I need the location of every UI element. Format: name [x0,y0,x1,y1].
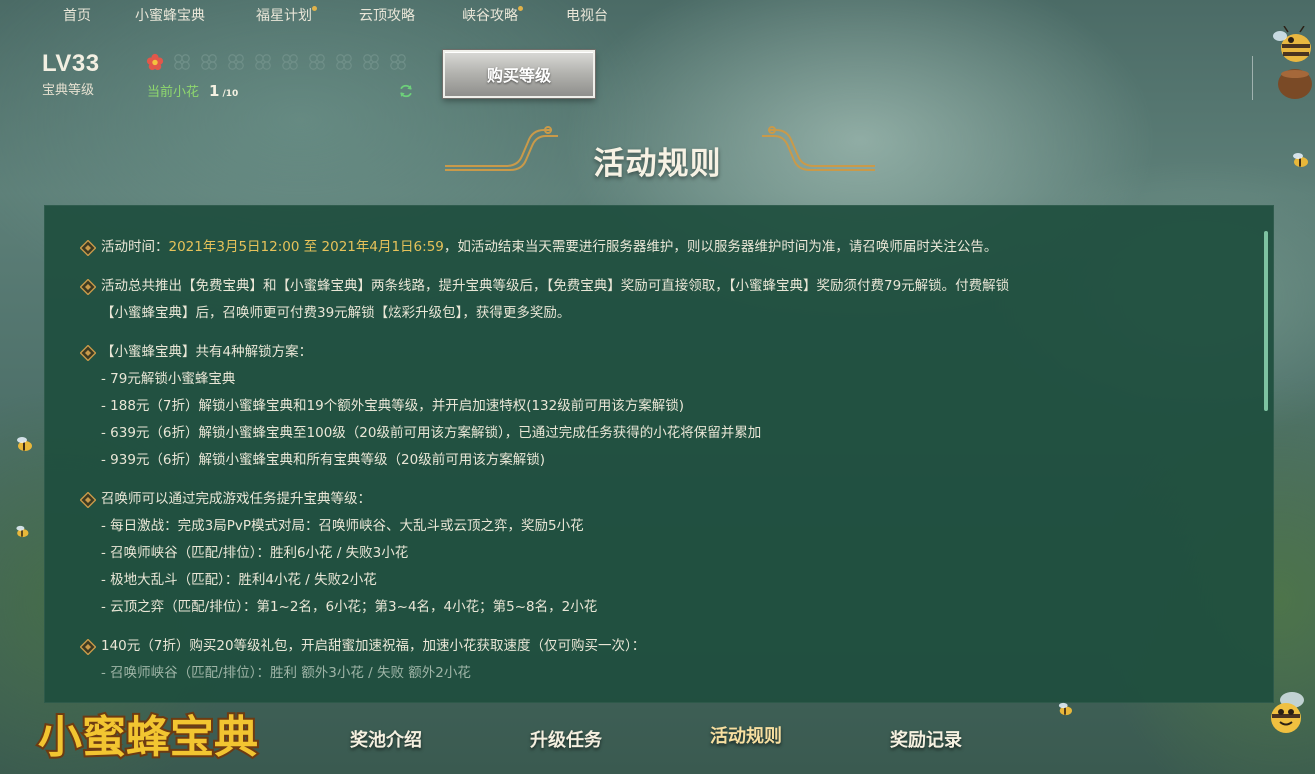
rule-line: - 188元（7折）解锁小蜜蜂宝典和19个额外宝典等级，并开启加速特权(132级… [101,398,684,414]
rules-panel[interactable]: 活动时间：2021年3月5日12:00 至 2021年4月1日6:59，如活动结… [44,205,1274,703]
diamond-bullet-icon [80,492,96,508]
nav-tft-guide-label: 云顶攻略 [359,8,415,24]
nav-tv[interactable]: 电视台 [566,5,608,25]
rule-line: - 939元（6折）解锁小蜜蜂宝典和所有宝典等级（20级前可用该方案解锁) [101,452,545,468]
header-divider [1252,56,1253,100]
nav-home[interactable]: 首页 [63,5,91,25]
nav-lucky-star[interactable]: 福星计划 [256,5,317,25]
rule-line: 活动总共推出【免费宝典】和【小蜜蜂宝典】两条线路，提升宝典等级后，【免费宝典】奖… [80,273,1231,300]
bee-icon [17,437,32,451]
flower-filled-icon [146,53,164,71]
rule-line: 召唤师可以通过完成游戏任务提升宝典等级： [80,486,1231,513]
top-nav: 首页 小蜜蜂宝典 福星计划 云顶攻略 峡谷攻略 电视台 [0,0,1315,30]
rule-item: 活动时间：2021年3月5日12:00 至 2021年4月1日6:59，如活动结… [80,234,1231,261]
nav-lucky-star-label: 福星计划 [256,8,312,24]
bee-mascot-icon[interactable] [1270,26,1315,104]
nav-home-label: 首页 [63,8,91,24]
rule-line: 活动时间：2021年3月5日12:00 至 2021年4月1日6:59，如活动结… [80,234,1231,261]
flower-counter-label: 当前小花 [147,85,200,100]
rule-line: 【小蜜蜂宝典】共有4种解锁方案： [80,339,1231,366]
rule-line: - 召唤师峡谷（匹配/排位）：胜利6小花 / 失败3小花 [101,545,409,561]
flower-current: 1 [209,82,220,100]
notification-dot [518,6,523,11]
pass-level: LV33 宝典等级 [42,50,100,98]
bee-icon [1058,702,1072,716]
rule-text: 活动时间： [101,239,169,255]
level-label: 宝典等级 [42,83,95,98]
rule-line: - 召唤师峡谷（匹配/排位）：胜利 额外3小花 / 失败 额外2小花 [101,665,471,681]
nav-rift-guide[interactable]: 峡谷攻略 [462,5,523,25]
nav-bee-pass[interactable]: 小蜜蜂宝典 [135,5,205,25]
rule-line: - 云顶之弈（匹配/排位）：第1~2名，6小花；第3~4名，4小花；第5~8名，… [101,599,598,615]
rule-text: ，如活动结束当天需要进行服务器维护，则以服务器维护时间为准，请召唤师届时关注公告… [443,239,998,255]
flower-slots [146,53,407,71]
bee-icon [16,525,29,538]
bee-icon [1293,153,1308,167]
rule-item: 140元（7折）购买20等级礼包，开启甜蜜加速祝福，加速小花获取速度（仅可购买一… [80,633,1231,687]
bottom-tabs: 奖池介绍 升级任务 活动规则 奖励记录 [0,726,1315,762]
rule-line: 【小蜜蜂宝典】后，召唤师更可付费39元解锁【炫彩升级包】，获得更多奖励。 [101,305,571,321]
refresh-icon[interactable] [397,82,415,100]
flower-empty-icon [390,54,406,70]
rule-item: 召唤师可以通过完成游戏任务提升宝典等级： - 每日激战：完成3局PvP模式对局：… [80,486,1231,621]
flower-empty-icon [309,54,325,70]
flower-empty-icon [228,54,244,70]
nav-tft-guide[interactable]: 云顶攻略 [359,5,415,25]
page-title: 活动规则 [593,146,722,182]
rule-text: 召唤师可以通过完成游戏任务提升宝典等级： [101,491,371,507]
nav-tv-label: 电视台 [566,8,608,24]
rule-text: 140元（7折）购买20等级礼包，开启甜蜜加速祝福，加速小花获取速度（仅可购买一… [101,638,646,654]
tab-activity-rules[interactable]: 活动规则 [710,722,782,748]
notification-dot [312,6,317,11]
flower-empty-icon [363,54,379,70]
tab-prize-pool[interactable]: 奖池介绍 [350,726,422,752]
rules-list: 活动时间：2021年3月5日12:00 至 2021年4月1日6:59，如活动结… [80,234,1231,699]
flower-empty-icon [174,54,190,70]
rules-scrollbar[interactable] [1264,231,1268,411]
flower-empty-icon [201,54,217,70]
diamond-bullet-icon [80,240,96,256]
flower-total: /10 [222,89,239,99]
rule-time-highlight: 2021年3月5日12:00 至 2021年4月1日6:59 [168,239,444,255]
rule-line: - 639元（6折）解锁小蜜蜂宝典至100级（20级前可用该方案解锁），已通过完… [101,425,762,441]
buy-level-button[interactable]: 购买等级 [442,49,596,99]
diamond-bullet-icon [80,279,96,295]
nav-rift-guide-label: 峡谷攻略 [462,8,518,24]
level-value: LV33 [42,50,100,77]
flower-empty-icon [336,54,352,70]
rule-item: 【小蜜蜂宝典】共有4种解锁方案： - 79元解锁小蜜蜂宝典 - 188元（7折）… [80,339,1231,474]
rule-item: 活动总共推出【免费宝典】和【小蜜蜂宝典】两条线路，提升宝典等级后，【免费宝典】奖… [80,273,1231,327]
diamond-bullet-icon [80,345,96,361]
tab-upgrade-tasks[interactable]: 升级任务 [530,726,602,752]
flower-empty-icon [255,54,271,70]
flower-empty-icon [282,54,298,70]
rule-line: - 极地大乱斗（匹配）：胜利4小花 / 失败2小花 [101,572,377,588]
flower-counter: 当前小花 1 /10 [147,81,238,100]
rule-text: 【小蜜蜂宝典】共有4种解锁方案： [101,344,313,360]
rule-line: - 每日激战：完成3局PvP模式对局：召唤师峡谷、大乱斗或云顶之弈，奖励5小花 [101,518,584,534]
rule-text: 活动总共推出【免费宝典】和【小蜜蜂宝典】两条线路，提升宝典等级后，【免费宝典】奖… [101,278,1010,294]
nav-bee-pass-label: 小蜜蜂宝典 [135,8,205,24]
tab-reward-history[interactable]: 奖励记录 [890,726,962,752]
rule-line: 140元（7折）购买20等级礼包，开启甜蜜加速祝福，加速小花获取速度（仅可购买一… [80,633,1231,660]
diamond-bullet-icon [80,639,96,655]
rule-line: - 79元解锁小蜜蜂宝典 [101,371,236,387]
